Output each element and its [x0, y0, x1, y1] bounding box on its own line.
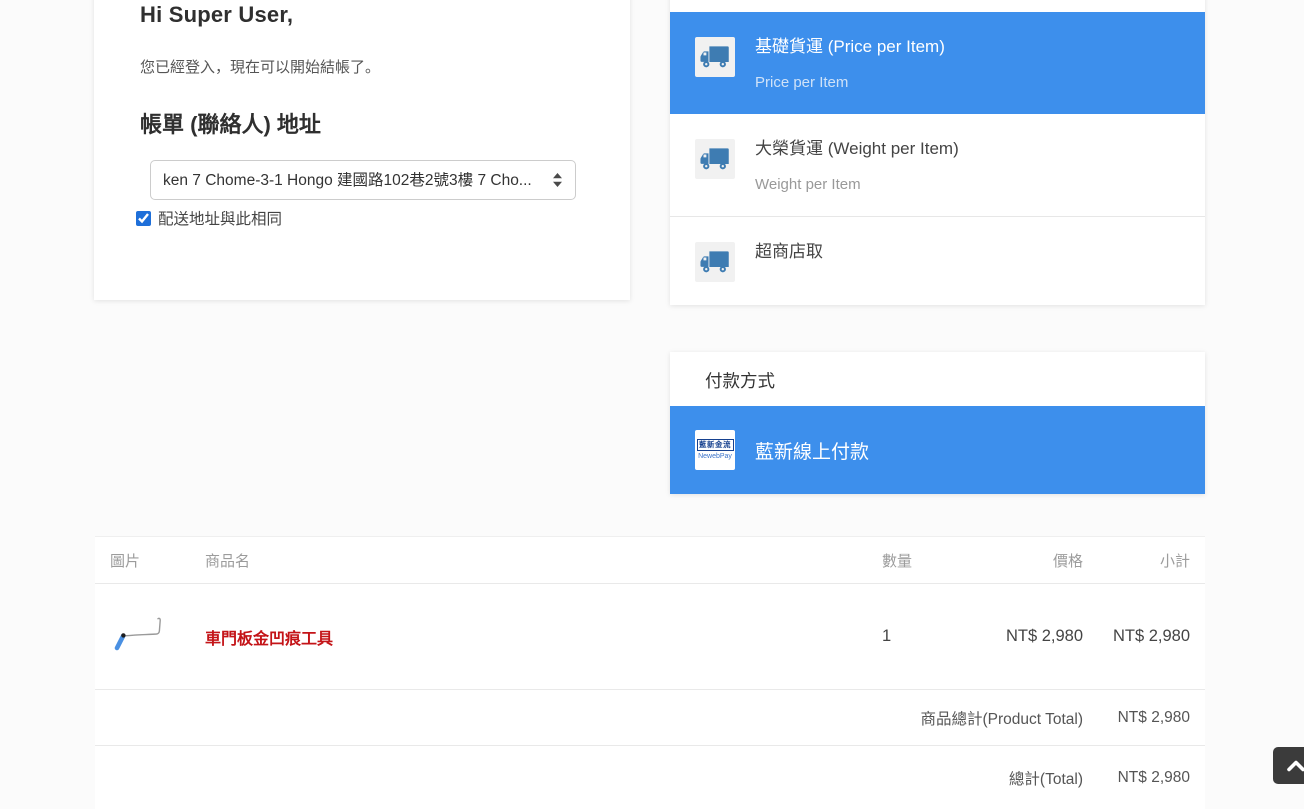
scroll-to-top-button[interactable]: [1273, 747, 1304, 784]
grand-total-value: NT$ 2,980: [1083, 769, 1190, 787]
grand-total-row: 總計(Total) NT$ 2,980: [95, 746, 1205, 809]
cart-summary-table: 圖片 商品名 數量 價格 小計 車門板金凹痕工具 1 NT$ 2,980 NT$…: [95, 536, 1205, 809]
col-header-image: 圖片: [110, 550, 205, 571]
table-row: 車門板金凹痕工具 1 NT$ 2,980 NT$ 2,980: [95, 584, 1205, 690]
greeting-title: Hi Super User,: [140, 2, 584, 28]
grand-total-label: 總計(Total): [110, 767, 1083, 789]
same-shipping-address-label: 配送地址與此相同: [158, 207, 282, 229]
chevron-up-icon: [1286, 759, 1304, 773]
col-header-name: 商品名: [205, 550, 882, 571]
product-price: NT$ 2,980: [982, 627, 1083, 646]
billing-address-select-wrap: ken 7 Chome-3-1 Hongo 建國路102巷2號3樓 7 Cho.…: [150, 160, 576, 200]
product-thumbnail: [110, 607, 205, 667]
product-total-label: 商品總計(Product Total): [110, 707, 1083, 729]
col-header-qty: 數量: [882, 550, 982, 571]
same-shipping-address-checkbox[interactable]: [136, 211, 151, 226]
shipping-option-basic[interactable]: 基礎貨運 (Price per Item) Price per Item: [670, 12, 1205, 114]
product-quantity: 1: [882, 627, 982, 646]
newebpay-logo: 藍新金流 NewebPay: [695, 430, 735, 470]
payment-methods-card: 付款方式 藍新金流 NewebPay 藍新線上付款: [670, 352, 1205, 494]
billing-address-select[interactable]: ken 7 Chome-3-1 Hongo 建國路102巷2號3樓 7 Cho.…: [150, 160, 576, 200]
shipping-option-title: 基礎貨運 (Price per Item): [755, 37, 945, 57]
product-total-row: 商品總計(Product Total) NT$ 2,980: [95, 690, 1205, 746]
shipping-option-weight[interactable]: 大榮貨運 (Weight per Item) Weight per Item: [670, 114, 1205, 216]
product-link[interactable]: 車門板金凹痕工具: [205, 631, 333, 648]
login-status-text: 您已經登入，現在可以開始結帳了。: [140, 56, 584, 77]
shipping-methods-card: 基礎貨運 (Price per Item) Price per Item 大榮貨…: [670, 0, 1205, 305]
truck-icon: [695, 37, 735, 77]
payment-heading: 付款方式: [670, 352, 1205, 406]
shipping-option-title: 超商店取: [755, 242, 823, 262]
truck-icon: [695, 139, 735, 179]
billing-card: Hi Super User, 您已經登入，現在可以開始結帳了。 帳單 (聯絡人)…: [94, 0, 630, 300]
shipping-option-subtitle: Weight per Item: [755, 176, 959, 193]
shipping-option-subtitle: Price per Item: [755, 74, 945, 91]
billing-address-heading: 帳單 (聯絡人) 地址: [140, 107, 584, 139]
payment-option-newebpay[interactable]: 藍新金流 NewebPay 藍新線上付款: [670, 406, 1205, 494]
product-subtotal: NT$ 2,980: [1083, 627, 1190, 646]
newebpay-logo-cjk: 藍新金流: [697, 439, 734, 451]
shipping-option-store-pickup[interactable]: 超商店取: [670, 216, 1205, 305]
truck-icon: [695, 242, 735, 282]
col-header-price: 價格: [982, 550, 1083, 571]
col-header-subtotal: 小計: [1083, 550, 1190, 571]
shipping-option-title: 大榮貨運 (Weight per Item): [755, 139, 959, 159]
newebpay-logo-latin: NewebPay: [698, 453, 732, 461]
same-shipping-address-row[interactable]: 配送地址與此相同: [136, 207, 584, 229]
product-total-value: NT$ 2,980: [1083, 709, 1190, 727]
payment-option-title: 藍新線上付款: [755, 437, 869, 464]
cart-header-row: 圖片 商品名 數量 價格 小計: [95, 537, 1205, 584]
